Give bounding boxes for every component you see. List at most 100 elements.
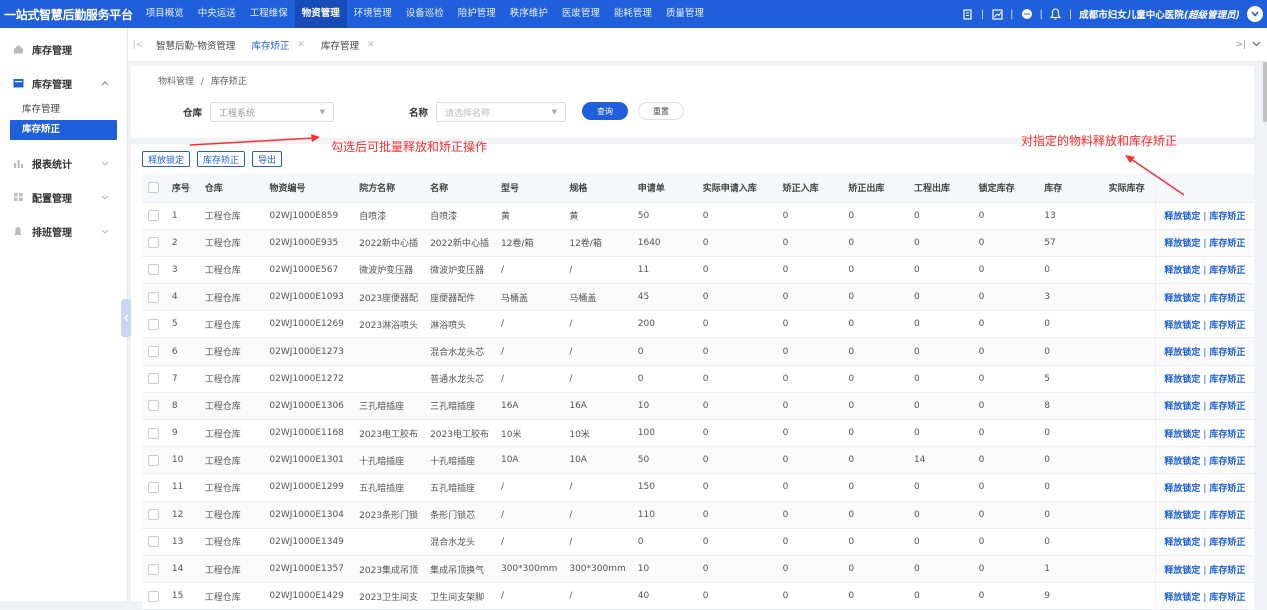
nav-item-2[interactable]: 工程维保 bbox=[243, 0, 295, 28]
row-stock-correct-link[interactable]: 库存矫正 bbox=[1209, 294, 1245, 304]
nav-item-10[interactable]: 质量管理 bbox=[659, 0, 711, 28]
row-stock-correct-link[interactable]: 库存矫正 bbox=[1209, 484, 1245, 494]
release-lock-button[interactable]: 释放锁定 bbox=[142, 151, 191, 167]
table-row[interactable]: 9 工程仓库 02WJ1000E1168 2023电工胶布 2023电工胶布 10米 10米… bbox=[142, 419, 1254, 448]
row-stock-correct-link[interactable]: 库存矫正 bbox=[1209, 321, 1245, 331]
breadcrumb-parent[interactable]: 物料管理 bbox=[158, 77, 194, 87]
table-row[interactable]: 12 工程仓库 02WJ1000E1304 2023条形门锁 条形门锁芯 //110 0 0 0… bbox=[142, 501, 1254, 529]
nav-item-5[interactable]: 设备巡检 bbox=[399, 0, 451, 28]
tab-menu-chevron-down-icon[interactable] bbox=[1252, 40, 1261, 50]
row-checkbox[interactable] bbox=[148, 590, 159, 602]
row-checkbox[interactable] bbox=[148, 400, 159, 412]
sidebar-item-reports[interactable]: 报表统计 bbox=[0, 146, 127, 180]
warehouse-select[interactable]: 工程系统 ▼ bbox=[210, 102, 335, 122]
table-row[interactable]: 3 工程仓库 02WJ1000E567 微波炉变压器 微波炉变压器 //11 0 0 0 0 0 0 释… bbox=[142, 256, 1254, 285]
export-button[interactable]: 导出 bbox=[252, 151, 283, 167]
sidebar-subitem-inventory[interactable]: 库存管理 bbox=[0, 100, 117, 120]
row-checkbox[interactable] bbox=[148, 210, 159, 222]
user-info[interactable]: 成都市妇女儿童中心医院(超级管理员) bbox=[1079, 7, 1240, 21]
tab-scroll-right-icon[interactable]: >| bbox=[1235, 40, 1246, 50]
row-release-lock-link[interactable]: 释放锁定 bbox=[1164, 402, 1200, 412]
select-all-checkbox[interactable] bbox=[148, 182, 159, 194]
tab-stock-correction[interactable]: 库存矫正 ✕ bbox=[243, 28, 313, 62]
row-checkbox[interactable] bbox=[148, 237, 159, 249]
table-row[interactable]: 5 工程仓库 02WJ1000E1269 2023淋浴喷头 淋浴喷头 //200 0 0 0 0 0… bbox=[142, 310, 1254, 339]
tab-scroll-left-icon[interactable]: |< bbox=[128, 40, 148, 50]
nav-item-7[interactable]: 秩序维护 bbox=[503, 0, 555, 28]
table-row[interactable]: 13 工程仓库 02WJ1000E1349 混合水龙头 //0 0 0 0 0 0 0 释放锁定 | 库存… bbox=[142, 528, 1254, 556]
page-scrollbar[interactable] bbox=[1263, 62, 1267, 122]
nav-item-1[interactable]: 中央运送 bbox=[191, 0, 243, 28]
row-release-lock-link[interactable]: 释放锁定 bbox=[1164, 430, 1200, 440]
document-icon[interactable] bbox=[962, 8, 974, 20]
row-release-lock-link[interactable]: 释放锁定 bbox=[1164, 484, 1200, 494]
row-stock-correct-link[interactable]: 库存矫正 bbox=[1209, 511, 1245, 521]
row-stock-correct-link[interactable]: 库存矫正 bbox=[1209, 593, 1245, 603]
row-stock-correct-link[interactable]: 库存矫正 bbox=[1209, 538, 1245, 548]
table-row[interactable]: 15 工程仓库 02WJ1000E1429 2023卫生间支 卫生间支架脚 //40 0 0 0… bbox=[142, 582, 1254, 610]
table-row[interactable]: 14 工程仓库 02WJ1000E1357 2023集成吊顶 集成吊顶换气 300*300… bbox=[142, 555, 1254, 584]
row-checkbox[interactable] bbox=[148, 346, 159, 358]
sidebar-subitem-stock-correction[interactable]: 库存矫正 bbox=[10, 120, 117, 140]
table-row[interactable]: 11 工程仓库 02WJ1000E1299 五孔暗插座 五孔暗插座 //150 0 0 0 0 0 0… bbox=[142, 473, 1254, 502]
row-release-lock-link[interactable]: 释放锁定 bbox=[1164, 239, 1200, 249]
chart-icon[interactable] bbox=[991, 8, 1003, 20]
query-button[interactable]: 查询 bbox=[582, 102, 628, 120]
row-checkbox[interactable] bbox=[148, 318, 159, 330]
nav-item-8[interactable]: 医废管理 bbox=[555, 0, 607, 28]
row-release-lock-link[interactable]: 释放锁定 bbox=[1164, 538, 1200, 548]
row-release-lock-link[interactable]: 释放锁定 bbox=[1164, 266, 1200, 276]
nav-item-0[interactable]: 项目概览 bbox=[139, 0, 191, 28]
message-icon[interactable] bbox=[1021, 8, 1033, 20]
row-release-lock-link[interactable]: 释放锁定 bbox=[1164, 212, 1200, 222]
row-stock-correct-link[interactable]: 库存矫正 bbox=[1209, 266, 1245, 276]
row-release-lock-link[interactable]: 释放锁定 bbox=[1164, 457, 1200, 467]
tab-inventory[interactable]: 库存管理 ✕ bbox=[313, 28, 383, 62]
tab-material-management[interactable]: 智慧后勤-物资管理 bbox=[148, 28, 243, 62]
user-menu-chevron-icon[interactable] bbox=[1247, 6, 1263, 22]
row-stock-correct-link[interactable]: 库存矫正 bbox=[1209, 430, 1245, 440]
row-checkbox[interactable] bbox=[148, 373, 159, 385]
table-row[interactable]: 7 工程仓库 02WJ1000E1272 普通水龙头芯 //0 0 0 0 0 0 5 释放锁定 | 库存… bbox=[142, 365, 1254, 393]
table-row[interactable]: 6 工程仓库 02WJ1000E1273 混合水龙头芯 //0 0 0 0 0 0 0 释放锁定 | 库存… bbox=[142, 337, 1254, 366]
row-stock-correct-link[interactable]: 库存矫正 bbox=[1209, 375, 1245, 385]
reset-button[interactable]: 重置 bbox=[638, 102, 684, 120]
nav-item-6[interactable]: 陪护管理 bbox=[451, 0, 503, 28]
row-release-lock-link[interactable]: 释放锁定 bbox=[1164, 348, 1200, 358]
row-stock-correct-link[interactable]: 库存矫正 bbox=[1209, 457, 1245, 467]
row-stock-correct-link[interactable]: 库存矫正 bbox=[1209, 566, 1245, 576]
row-checkbox[interactable] bbox=[148, 291, 159, 303]
sidebar-item-scheduling[interactable]: 排班管理 bbox=[0, 214, 127, 248]
row-checkbox[interactable] bbox=[148, 509, 159, 521]
table-row[interactable]: 10 工程仓库 02WJ1000E1301 十孔暗插座 十孔暗插座 10A 10A 50 0 0 0… bbox=[142, 446, 1254, 475]
row-stock-correct-link[interactable]: 库存矫正 bbox=[1209, 212, 1245, 222]
nav-item-4[interactable]: 环境管理 bbox=[347, 0, 399, 28]
stock-correct-button[interactable]: 库存矫正 bbox=[197, 151, 246, 167]
row-release-lock-link[interactable]: 释放锁定 bbox=[1164, 593, 1200, 603]
row-checkbox[interactable] bbox=[148, 563, 159, 575]
row-checkbox[interactable] bbox=[148, 427, 159, 439]
table-row[interactable]: 4 工程仓库 02WJ1000E1093 2023座便器配 座便器配件 马桶盖 马桶盖 45 0… bbox=[142, 283, 1254, 312]
row-stock-correct-link[interactable]: 库存矫正 bbox=[1209, 348, 1245, 358]
sidebar-group-inventory[interactable]: 库存管理 bbox=[0, 66, 127, 100]
row-release-lock-link[interactable]: 释放锁定 bbox=[1164, 294, 1200, 304]
sidebar-item-config[interactable]: 配置管理 bbox=[0, 180, 127, 214]
row-checkbox[interactable] bbox=[148, 536, 159, 548]
table-row[interactable]: 1 工程仓库 02WJ1000E859 自喷漆 自喷漆黄黄 50 0 0 0 0 0 13 释放锁定 | 库… bbox=[142, 202, 1254, 230]
nav-item-3[interactable]: 物资管理 bbox=[294, 0, 347, 28]
table-row[interactable]: 2 工程仓库 02WJ1000E935 2022新中心插 2022新中心插 12卷/箱 12… bbox=[142, 229, 1254, 257]
row-checkbox[interactable] bbox=[148, 264, 159, 276]
row-checkbox[interactable] bbox=[148, 454, 159, 466]
row-release-lock-link[interactable]: 释放锁定 bbox=[1164, 566, 1200, 576]
row-release-lock-link[interactable]: 释放锁定 bbox=[1164, 321, 1200, 331]
close-icon[interactable]: ✕ bbox=[367, 40, 375, 50]
row-checkbox[interactable] bbox=[148, 481, 159, 493]
sidebar-collapse-handle[interactable] bbox=[121, 299, 131, 337]
sidebar-item-inventory-home[interactable]: 库存管理 bbox=[0, 32, 127, 66]
row-release-lock-link[interactable]: 释放锁定 bbox=[1164, 511, 1200, 521]
name-select[interactable]: 请选择名称 ▼ bbox=[436, 102, 567, 122]
row-stock-correct-link[interactable]: 库存矫正 bbox=[1209, 239, 1245, 249]
row-stock-correct-link[interactable]: 库存矫正 bbox=[1209, 402, 1245, 412]
row-release-lock-link[interactable]: 释放锁定 bbox=[1164, 375, 1200, 385]
nav-item-9[interactable]: 能耗管理 bbox=[607, 0, 659, 28]
